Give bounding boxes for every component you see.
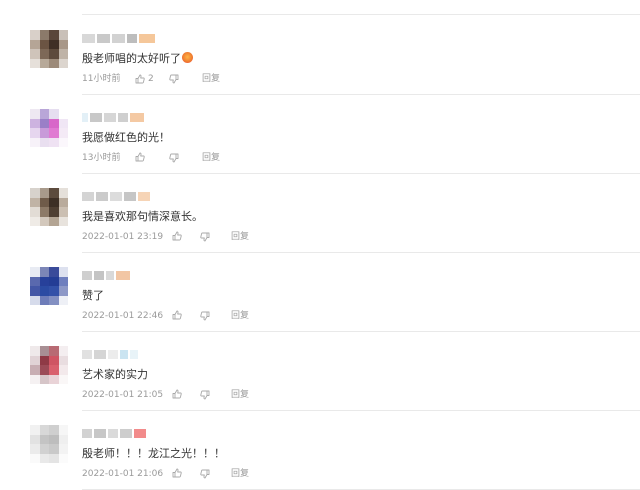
avatar[interactable] (30, 346, 68, 384)
comment-time: 2022-01-01 22:46 (82, 311, 164, 321)
like-button[interactable]: 2 (135, 73, 154, 85)
comment-time: 2022-01-01 21:06 (82, 469, 164, 479)
like-count: 2 (148, 74, 154, 84)
username-blurred[interactable] (82, 34, 155, 44)
top-divider (82, 14, 640, 15)
like-button[interactable] (172, 231, 182, 241)
comment-time: 13小时前 (82, 153, 121, 163)
comment-text: 赞了 (82, 289, 104, 303)
reply-button[interactable]: 回复 (231, 389, 249, 401)
comment-item: 殷老师唱的太好听了 11小时前 2 回复 (0, 16, 640, 95)
thumbs-down-icon (169, 153, 179, 163)
comment-text-content: 我愿做红色的光！ (82, 131, 170, 144)
thumbs-up-icon (172, 310, 182, 320)
comment-time: 2022-01-01 21:05 (82, 390, 164, 400)
thumbs-down-icon (200, 232, 210, 242)
thumbs-down-icon (200, 390, 210, 400)
avatar[interactable] (30, 30, 68, 68)
comment-text: 艺术家的实力 (82, 368, 148, 382)
comment-text: 殷老师！！！龙江之光！！！ (82, 447, 225, 461)
comment-text-content: 殷老师唱的太好听了 (82, 52, 181, 65)
comment-item: 赞了 2022-01-01 22:46 回复 (0, 253, 640, 332)
like-button[interactable] (172, 389, 182, 399)
thumbs-down-icon (200, 469, 210, 479)
username-blurred[interactable] (82, 271, 130, 281)
username-blurred[interactable] (82, 350, 138, 360)
thumbs-up-icon (135, 74, 145, 84)
avatar[interactable] (30, 267, 68, 305)
thumbs-down-icon (169, 74, 179, 84)
heart-face-emoji-icon (182, 52, 193, 63)
reply-button[interactable]: 回复 (231, 468, 249, 480)
dislike-button[interactable] (200, 231, 210, 243)
comment-item: 艺术家的实力 2022-01-01 21:05 回复 (0, 332, 640, 411)
dislike-button[interactable] (169, 152, 179, 164)
avatar[interactable] (30, 188, 68, 226)
reply-button[interactable]: 回复 (231, 310, 249, 322)
comment-text: 我愿做红色的光！ (82, 131, 170, 145)
comment-text-content: 赞了 (82, 289, 104, 302)
username-blurred[interactable] (82, 192, 150, 202)
dislike-button[interactable] (200, 389, 210, 401)
username-blurred[interactable] (82, 113, 144, 123)
comment-text-content: 艺术家的实力 (82, 368, 148, 381)
comment-text: 我是喜欢那句情深意长。 (82, 210, 203, 224)
comment-text: 殷老师唱的太好听了 (82, 52, 193, 66)
comment-text-content: 我是喜欢那句情深意长。 (82, 210, 203, 223)
like-button[interactable] (172, 468, 182, 478)
thumbs-up-icon (172, 231, 182, 241)
thumbs-up-icon (172, 468, 182, 478)
comment-item: 我愿做红色的光！ 13小时前 回复 (0, 95, 640, 174)
thumbs-up-icon (172, 389, 182, 399)
reply-button[interactable]: 回复 (202, 73, 220, 85)
comment-item: 殷老师！！！龙江之光！！！ 2022-01-01 21:06 回复 (0, 411, 640, 490)
dislike-button[interactable] (200, 310, 210, 322)
avatar[interactable] (30, 109, 68, 147)
comment-item: 我是喜欢那句情深意长。 2022-01-01 23:19 回复 (0, 174, 640, 253)
comment-time: 11小时前 (82, 74, 121, 84)
comment-text-content: 殷老师！！！龙江之光！！！ (82, 447, 225, 460)
username-blurred[interactable] (82, 429, 146, 439)
dislike-button[interactable] (200, 468, 210, 480)
like-button[interactable] (135, 152, 145, 162)
thumbs-up-icon (135, 152, 145, 162)
thumbs-down-icon (200, 311, 210, 321)
like-button[interactable] (172, 310, 182, 320)
avatar[interactable] (30, 425, 68, 463)
reply-button[interactable]: 回复 (231, 231, 249, 243)
comment-time: 2022-01-01 23:19 (82, 232, 164, 242)
dislike-button[interactable] (169, 73, 179, 85)
reply-button[interactable]: 回复 (202, 152, 220, 164)
